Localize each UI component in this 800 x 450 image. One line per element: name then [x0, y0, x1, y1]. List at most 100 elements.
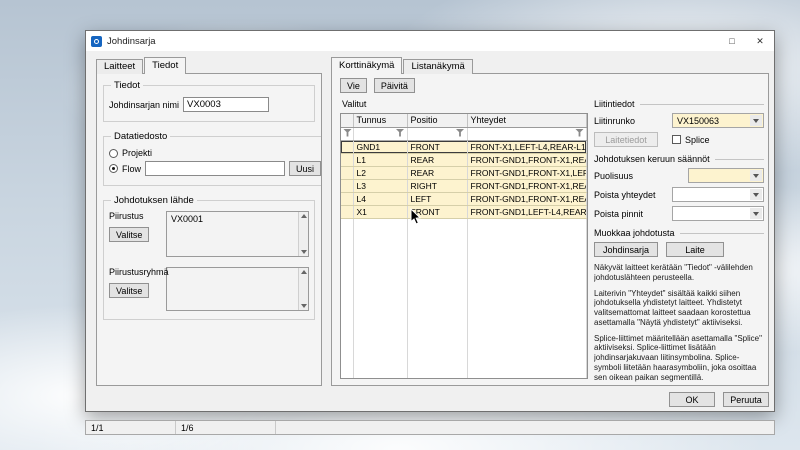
connector-panel: Liitintiedot Liitinrunko VX150063 Laitet…: [594, 92, 764, 383]
refresh-button[interactable]: Päivitä: [374, 78, 415, 93]
edit-harness-button[interactable]: Johdinsarja: [594, 242, 658, 257]
empty-row: [341, 296, 587, 309]
scroll-down-icon[interactable]: [301, 304, 307, 308]
flow-radio-label: Flow: [122, 164, 141, 174]
column-header-yhteydet[interactable]: Yhteydet: [467, 114, 587, 127]
new-button[interactable]: Uusi: [289, 161, 321, 176]
empty-row: [341, 283, 587, 296]
info-group-title: Tiedot: [111, 80, 143, 91]
drawing-listbox-scrollbar[interactable]: [298, 212, 308, 256]
help-paragraph-2: Laiterivin "Yhteydet" sisältää kaikki si…: [594, 289, 764, 328]
drawing-group-listbox[interactable]: [166, 267, 309, 311]
maximize-button[interactable]: □: [718, 31, 746, 51]
export-button[interactable]: Vie: [340, 78, 367, 93]
device-row[interactable]: L4LEFTFRONT-GND1,FRONT-X1,REAR-...: [341, 192, 587, 205]
empty-row: [341, 361, 587, 374]
cancel-button[interactable]: Peruuta: [723, 392, 769, 407]
column-header-tunnus[interactable]: Tunnus: [353, 114, 407, 127]
device-info-button[interactable]: Laitetiedot: [594, 132, 658, 147]
filter-icon[interactable]: [396, 129, 405, 137]
empty-row: [341, 231, 587, 244]
filter-icon[interactable]: [456, 129, 465, 137]
harness-name-label: Johdinsarjan nimi: [109, 100, 179, 110]
device-row[interactable]: X1FRONTFRONT-GND1,LEFT-L4,REAR-L1...: [341, 205, 587, 218]
table-filter-row: [341, 127, 587, 140]
mouse-cursor: [410, 208, 422, 226]
main-tabstrip: Korttinäkymä Listanäkymä: [331, 57, 474, 74]
device-grid[interactable]: Tunnus Positio Yhteydet GND1FRONTFRONT-X…: [340, 113, 588, 379]
tab-tiedot[interactable]: Tiedot: [144, 57, 186, 74]
johdinsarja-dialog: Johdinsarja □ ✕ Laitteet Tiedot Tiedot J…: [85, 30, 775, 412]
row-indicator-header: [341, 114, 353, 127]
datafile-group: Datatiedosto Projekti Flow Uusi Valitse: [103, 131, 322, 186]
drawing-listbox[interactable]: VX0001: [166, 211, 309, 257]
rules-group-title: Johdotuksen keruun säännöt: [594, 154, 764, 164]
window-title: Johdinsarja: [107, 36, 718, 47]
drawing-list-item[interactable]: VX0001: [171, 214, 203, 224]
connector-group-title: Liitintiedot: [594, 99, 764, 109]
chevron-down-icon[interactable]: [750, 115, 762, 126]
tab-laitteet[interactable]: Laitteet: [96, 59, 143, 74]
wiring-source-group: Johdotuksen lähde Piirustus Valitse VX00…: [103, 195, 315, 320]
left-tabstrip: Laitteet Tiedot: [96, 57, 187, 74]
splice-checkbox[interactable]: [672, 135, 681, 144]
project-radio-label: Projekti: [122, 148, 152, 158]
harness-name-input[interactable]: [183, 97, 269, 112]
app-icon: [91, 36, 102, 47]
filter-icon[interactable]: [575, 129, 584, 137]
device-row[interactable]: L2REARFRONT-GND1,FRONT-X1,LEFT-...: [341, 166, 587, 179]
connector-body-combo[interactable]: VX150063: [672, 113, 764, 128]
empty-row: [341, 374, 587, 379]
scroll-up-icon[interactable]: [301, 270, 307, 274]
scroll-down-icon[interactable]: [301, 250, 307, 254]
selected-label: Valitut: [342, 99, 366, 109]
device-table-body: GND1FRONTFRONT-X1,LEFT-L4,REAR-L1,R...L1…: [341, 140, 587, 379]
scroll-up-icon[interactable]: [301, 214, 307, 218]
empty-row: [341, 270, 587, 283]
drawing-group-label: Piirustusryhmä: [109, 267, 169, 277]
polarity-label: Puolisuus: [594, 171, 633, 181]
info-group: Tiedot Johdinsarjan nimi: [103, 80, 315, 122]
empty-row: [341, 348, 587, 361]
drawing-group-listbox-scrollbar[interactable]: [298, 268, 308, 310]
empty-row: [341, 322, 587, 335]
datafile-group-title: Datatiedosto: [111, 131, 170, 142]
main-tabpanel: Vie Päivitä Valitut Tunnus Positio Yhtey…: [331, 73, 769, 386]
polarity-combo[interactable]: [688, 168, 764, 183]
edit-device-button[interactable]: Laite: [666, 242, 724, 257]
remove-connections-label: Poista yhteydet: [594, 190, 656, 200]
drawing-label: Piirustus: [109, 211, 144, 221]
edit-group-title: Muokkaa johdotusta: [594, 228, 764, 238]
empty-row: [341, 335, 587, 348]
splice-label: Splice: [685, 135, 710, 145]
status-cell-mid: 1/6: [176, 421, 276, 434]
column-header-positio[interactable]: Positio: [407, 114, 467, 127]
filter-icon[interactable]: [343, 129, 352, 137]
remove-pins-label: Poista pinnit: [594, 209, 643, 219]
chevron-down-icon[interactable]: [750, 189, 762, 200]
tab-korttinakyma[interactable]: Korttinäkymä: [331, 57, 402, 74]
close-button[interactable]: ✕: [746, 31, 774, 51]
status-bar: 1/1 1/6: [85, 420, 775, 435]
remove-connections-combo[interactable]: [672, 187, 764, 202]
select-drawing-button[interactable]: Valitse: [109, 227, 149, 242]
empty-row: [341, 218, 587, 231]
datafile-input[interactable]: [145, 161, 285, 176]
chevron-down-icon[interactable]: [750, 208, 762, 219]
title-bar[interactable]: Johdinsarja □ ✕: [86, 31, 774, 51]
empty-row: [341, 309, 587, 322]
flow-radio[interactable]: [109, 164, 118, 173]
device-row[interactable]: L1REARFRONT-GND1,FRONT-X1,REAR-...: [341, 153, 587, 166]
chevron-down-icon[interactable]: [750, 170, 762, 181]
help-text: Näkyvät laitteet kerätään "Tiedot" -väli…: [594, 263, 764, 382]
left-tabpanel: Tiedot Johdinsarjan nimi Datatiedosto Pr…: [96, 73, 322, 386]
wiring-source-group-title: Johdotuksen lähde: [111, 195, 197, 206]
help-paragraph-1: Näkyvät laitteet kerätään "Tiedot" -väli…: [594, 263, 764, 283]
select-drawing-group-button[interactable]: Valitse: [109, 283, 149, 298]
remove-pins-combo[interactable]: [672, 206, 764, 221]
device-row[interactable]: GND1FRONTFRONT-X1,LEFT-L4,REAR-L1,R...: [341, 140, 587, 153]
project-radio[interactable]: [109, 149, 118, 158]
ok-button[interactable]: OK: [669, 392, 715, 407]
device-row[interactable]: L3RIGHTFRONT-GND1,FRONT-X1,REAR-...: [341, 179, 587, 192]
tab-listanakyma[interactable]: Listanäkymä: [403, 59, 472, 74]
